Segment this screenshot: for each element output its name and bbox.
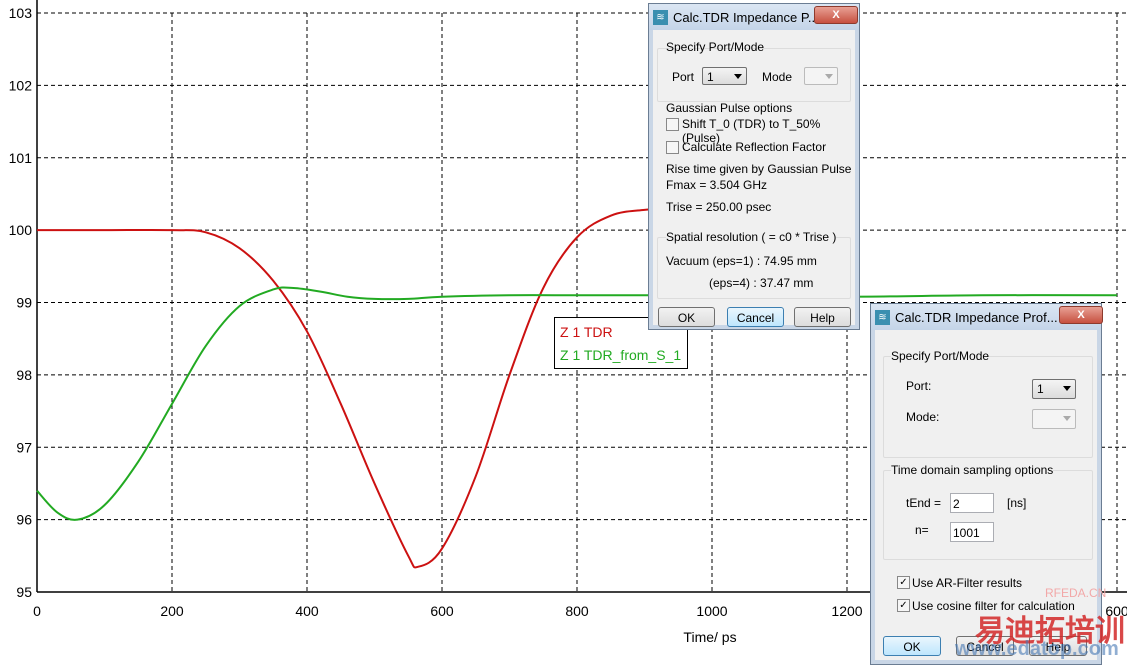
series-line-0 (36, 207, 713, 569)
x-tick-label: 400 (295, 603, 319, 619)
chevron-down-icon (825, 74, 833, 83)
close-button[interactable]: X (814, 6, 858, 24)
y-tick-label: 97 (16, 439, 32, 455)
app-icon: ≋ (875, 309, 890, 325)
vacuum-resolution: Vacuum (eps=1) : 74.95 mm (666, 254, 817, 268)
group-label: Specify Port/Mode (891, 349, 990, 363)
reflection-factor-label: Calculate Reflection Factor (682, 140, 827, 154)
y-tick-label: 100 (9, 222, 33, 238)
group-label: Gaussian Pulse options (666, 101, 793, 115)
group-label: Specify Port/Mode (666, 40, 765, 54)
dialog-title: Calc.TDR Impedance Prof... (895, 309, 1058, 325)
reflection-factor-checkbox[interactable] (666, 141, 679, 154)
legend-entry-tdr-from-s1: Z 1 TDR_from_S_1 (560, 347, 682, 363)
x-tick-label: 800 (565, 603, 589, 619)
port-label: Port: (906, 379, 932, 393)
port-value: 1 (707, 70, 714, 84)
shift-t0-checkbox[interactable] (666, 118, 679, 131)
ok-button[interactable]: OK (883, 636, 941, 656)
ar-filter-checkbox[interactable]: ✓ (897, 576, 910, 589)
cosine-filter-label: Use cosine filter for calculation (912, 599, 1075, 613)
close-button[interactable]: X (1059, 306, 1103, 324)
mode-label: Mode (762, 70, 793, 84)
y-tick-label: 96 (16, 512, 32, 528)
port-label: Port (672, 70, 695, 84)
dialog-title: Calc.TDR Impedance P... (673, 9, 819, 25)
app-icon: ≋ (653, 9, 668, 25)
n-label: n= (915, 523, 929, 537)
port-select[interactable]: 1 (702, 67, 747, 85)
trise-value: Trise = 250.00 psec (666, 200, 772, 214)
x-axis-label: Time/ ps (683, 629, 736, 645)
cancel-button[interactable]: Cancel (956, 636, 1014, 656)
mode-label: Mode: (906, 410, 940, 424)
x-tick-label: 600 (430, 603, 454, 619)
x-tick-label: 200 (160, 603, 184, 619)
cancel-button[interactable]: Cancel (727, 307, 784, 327)
y-tick-label: 101 (9, 150, 33, 166)
mode-select[interactable] (1032, 409, 1076, 429)
chevron-down-icon (1063, 386, 1071, 395)
x-tick-label: 1000 (696, 603, 727, 619)
help-button[interactable]: Help (794, 307, 851, 327)
tend-label: tEnd = (906, 496, 942, 510)
eps4-resolution: (eps=4) : 37.47 mm (709, 276, 814, 290)
cosine-filter-checkbox[interactable]: ✓ (897, 599, 910, 612)
tend-input[interactable]: 2 (950, 493, 994, 513)
ok-button[interactable]: OK (658, 307, 715, 327)
y-tick-label: 95 (16, 584, 32, 600)
y-tick-label: 102 (9, 77, 33, 93)
n-input[interactable]: 1001 (950, 522, 994, 542)
port-select[interactable]: 1 (1032, 379, 1076, 399)
tdr-dialog-gaussian: ≋ Calc.TDR Impedance P... X Specify Port/… (648, 3, 860, 330)
group-label: Spatial resolution ( = c0 * Trise ) (666, 230, 837, 244)
chevron-down-icon (1063, 416, 1071, 425)
mode-select[interactable] (804, 67, 838, 85)
tdr-dialog-sampling: ≋ Calc.TDR Impedance Prof... X Specify Po… (870, 303, 1103, 665)
x-tick-label: 0 (33, 603, 41, 619)
ar-filter-label: Use AR-Filter results (912, 576, 1023, 590)
fmax-value: Fmax = 3.504 GHz (666, 178, 768, 192)
y-tick-label: 99 (16, 295, 32, 311)
group-label: Time domain sampling options (891, 463, 1054, 477)
group-label: Rise time given by Gaussian Pulse (666, 162, 852, 176)
y-tick-label: 103 (9, 5, 33, 21)
x-tick-label: 1200 (831, 603, 862, 619)
tend-unit: [ns] (1007, 496, 1027, 510)
chevron-down-icon (734, 74, 742, 83)
y-tick-label: 98 (16, 367, 32, 383)
port-value: 1 (1037, 382, 1044, 396)
help-button[interactable]: Help (1029, 636, 1087, 656)
x-tick-label: 600 (1105, 603, 1127, 619)
